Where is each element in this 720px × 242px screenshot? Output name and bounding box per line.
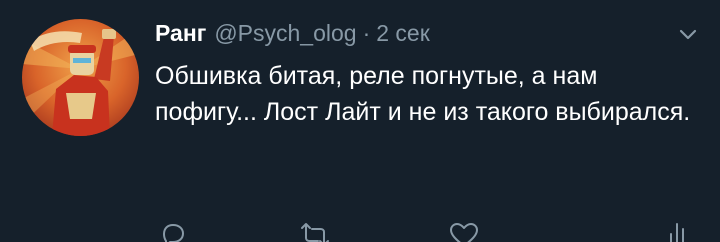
tweet-text: Обшивка битая, реле погнутые, а нам пофи… — [155, 62, 691, 126]
tweet-header: Ранг @Psych_olog · 2 сек — [155, 20, 430, 50]
tweet-card[interactable]: Ранг @Psych_olog · 2 сек Обшивка битая, … — [0, 0, 720, 242]
author-handle[interactable]: @Psych_olog — [214, 20, 356, 47]
timestamp[interactable]: 2 сек — [376, 20, 430, 47]
retweet-icon[interactable] — [296, 220, 334, 242]
avatar[interactable] — [22, 19, 139, 136]
separator-dot: · — [362, 20, 371, 46]
author-name[interactable]: Ранг — [155, 20, 206, 47]
like-icon[interactable] — [447, 220, 481, 242]
chevron-down-icon[interactable] — [676, 27, 700, 43]
avatar-image — [22, 19, 139, 136]
analytics-icon[interactable] — [667, 220, 689, 242]
reply-icon[interactable] — [158, 220, 188, 242]
